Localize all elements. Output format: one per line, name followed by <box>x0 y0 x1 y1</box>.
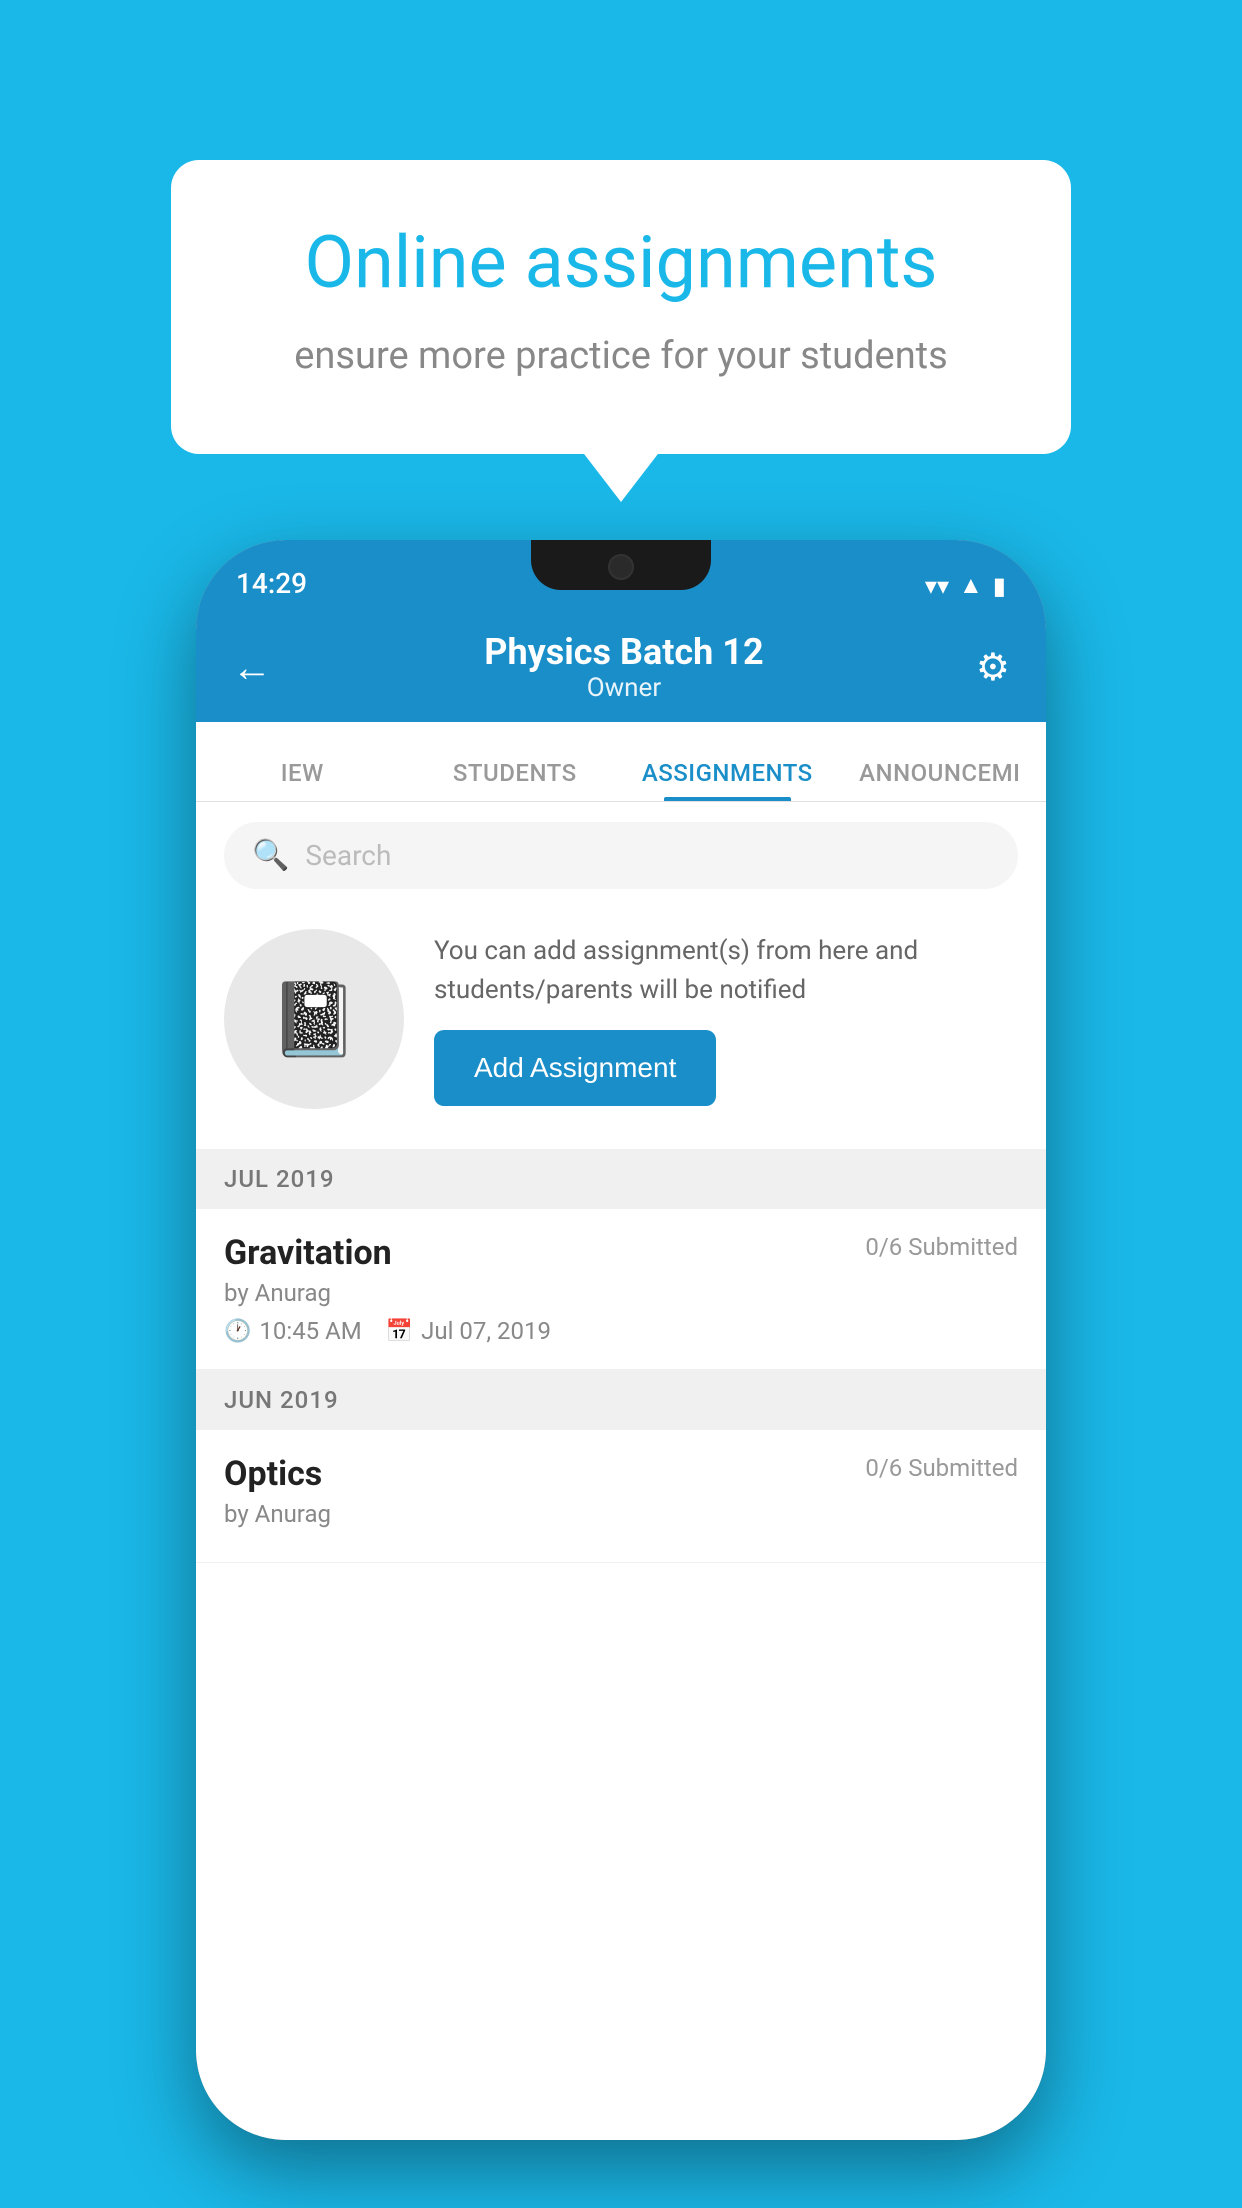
tab-announcements[interactable]: ANNOUNCEMI <box>834 759 1047 801</box>
promo-title: Online assignments <box>241 220 1001 306</box>
add-description: You can add assignment(s) from here and … <box>434 932 1018 1010</box>
assignment-icon-circle: 📓 <box>224 929 404 1109</box>
calendar-icon: 📅 <box>386 1319 413 1344</box>
battery-icon: ▮ <box>993 572 1006 600</box>
tab-overview[interactable]: IEW <box>196 759 409 801</box>
back-button[interactable]: ← <box>232 644 272 691</box>
wifi-icon: ▾▾ <box>925 572 949 600</box>
status-icons: ▾▾ ▲ ▮ <box>925 571 1006 600</box>
assignment-item-optics[interactable]: Optics 0/6 Submitted by Anurag <box>196 1430 1046 1563</box>
assignment-time: 🕐 10:45 AM <box>224 1317 362 1345</box>
assignment-date-value: Jul 07, 2019 <box>421 1317 551 1345</box>
add-section-right: You can add assignment(s) from here and … <box>434 932 1018 1106</box>
add-assignment-button[interactable]: Add Assignment <box>434 1030 716 1106</box>
status-time: 14:29 <box>236 567 307 600</box>
section-header-jun: JUN 2019 <box>196 1370 1046 1430</box>
header-center: Physics Batch 12 Owner <box>484 631 763 703</box>
assignment-date: 📅 Jul 07, 2019 <box>386 1317 551 1345</box>
search-icon: 🔍 <box>252 838 289 873</box>
phone-mockup: 14:29 ▾▾ ▲ ▮ ← Physics Batch 12 Owner ⚙ <box>196 540 1046 2140</box>
clock-icon: 🕐 <box>224 1319 251 1344</box>
assignment-meta: 🕐 10:45 AM 📅 Jul 07, 2019 <box>224 1317 1018 1345</box>
assignment-submitted-optics: 0/6 Submitted <box>865 1454 1018 1482</box>
promo-subtitle: ensure more practice for your students <box>241 330 1001 383</box>
assignment-by-optics: by Anurag <box>224 1500 1018 1528</box>
promo-card: Online assignments ensure more practice … <box>171 160 1071 454</box>
app-header: ← Physics Batch 12 Owner ⚙ <box>196 612 1046 722</box>
phone-notch <box>531 540 711 590</box>
header-subtitle: Owner <box>484 673 763 703</box>
assignment-name: Gravitation <box>224 1233 392 1273</box>
assignment-name-optics: Optics <box>224 1454 322 1494</box>
tab-assignments[interactable]: ASSIGNMENTS <box>621 759 834 801</box>
search-bar[interactable]: 🔍 Search <box>224 822 1018 889</box>
assignment-by: by Anurag <box>224 1279 1018 1307</box>
settings-button[interactable]: ⚙ <box>976 645 1010 690</box>
assignment-time-value: 10:45 AM <box>259 1317 361 1345</box>
tab-students[interactable]: STUDENTS <box>409 759 622 801</box>
screen-content: 🔍 Search 📓 You can add assignment(s) fro… <box>196 802 1046 2140</box>
tab-bar: IEW STUDENTS ASSIGNMENTS ANNOUNCEMI <box>196 722 1046 802</box>
search-placeholder: Search <box>305 839 391 872</box>
assignment-submitted: 0/6 Submitted <box>865 1233 1018 1261</box>
camera <box>608 554 634 580</box>
section-header-jul: JUL 2019 <box>196 1149 1046 1209</box>
notebook-icon: 📓 <box>269 977 359 1062</box>
header-title: Physics Batch 12 <box>484 631 763 673</box>
add-assignment-section: 📓 You can add assignment(s) from here an… <box>224 909 1018 1129</box>
signal-icon: ▲ <box>959 571 983 600</box>
assignment-item-gravitation[interactable]: Gravitation 0/6 Submitted by Anurag 🕐 10… <box>196 1209 1046 1370</box>
